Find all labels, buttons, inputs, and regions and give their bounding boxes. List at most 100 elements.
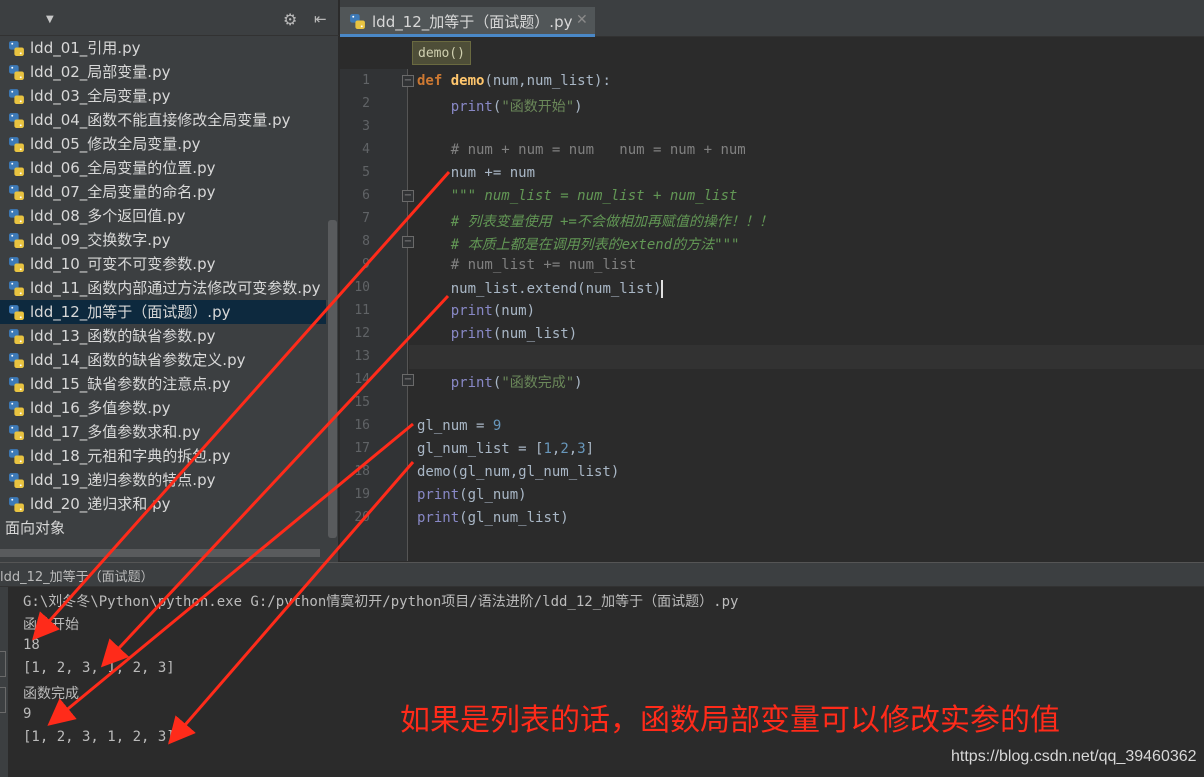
sidebar-horizontal-scrollbar[interactable] <box>0 549 320 557</box>
file-item[interactable]: ldd_19_递归参数的特点.py <box>0 468 326 492</box>
file-item[interactable]: ldd_14_函数的缺省参数定义.py <box>0 348 326 372</box>
file-item[interactable]: ldd_13_函数的缺省参数.py <box>0 324 326 348</box>
file-item[interactable]: ldd_15_缺省参数的注意点.py <box>0 372 326 396</box>
python-file-icon <box>9 89 24 104</box>
file-item[interactable]: ldd_09_交换数字.py <box>0 228 326 252</box>
file-label: ldd_06_全局变量的位置.py <box>30 159 216 177</box>
file-item[interactable]: ldd_07_全局变量的命名.py <box>0 180 326 204</box>
file-label: ldd_12_加等于（面试题）.py <box>30 303 231 321</box>
close-icon[interactable]: ✕ <box>576 12 588 28</box>
line-number: 20 <box>354 510 370 525</box>
code-line-14: print("函数完成") <box>450 375 583 391</box>
file-label: ldd_01_引用.py <box>30 39 141 57</box>
file-item[interactable]: ldd_16_多值参数.py <box>0 396 326 420</box>
line-number: 19 <box>354 487 370 502</box>
tab-title: ldd_12_加等于（面试题）.py <box>372 13 573 31</box>
file-item[interactable]: ldd_04_函数不能直接修改全局变量.py <box>0 108 326 132</box>
line-number: 16 <box>354 418 370 433</box>
line-number: 6 <box>362 188 370 203</box>
file-label: ldd_20_递归求和.py <box>30 495 171 513</box>
python-file-icon <box>9 377 24 392</box>
code-line-6: """ num_list = num_list + num_list <box>450 188 738 204</box>
hide-panel-icon[interactable]: ⇤ <box>314 10 327 28</box>
line-number: 1 <box>362 73 370 88</box>
file-label: ldd_03_全局变量.py <box>30 87 171 105</box>
chevron-down-icon[interactable]: ▼ <box>46 14 54 25</box>
file-label: ldd_09_交换数字.py <box>30 231 171 249</box>
project-sidebar: ▼ ⚙ ⇤ ldd_01_引用.py ldd_02_局部变量.py ldd_03_全… <box>0 0 339 562</box>
code-line-1: def demo(num,num_list): <box>417 73 611 89</box>
python-file-icon <box>9 329 24 344</box>
file-item[interactable]: ldd_12_加等于（面试题）.py <box>0 300 326 324</box>
file-label: ldd_14_函数的缺省参数定义.py <box>30 351 246 369</box>
fold-marker-icon[interactable]: − <box>402 190 414 202</box>
code-line-10: num_list.extend(num_list) <box>450 280 664 298</box>
gear-icon[interactable]: ⚙ <box>283 10 297 29</box>
file-label: ldd_15_缺省参数的注意点.py <box>30 375 231 393</box>
python-file-icon <box>350 14 365 29</box>
code-line-11: print(num) <box>450 303 536 319</box>
file-item[interactable]: ldd_10_可变不可变参数.py <box>0 252 326 276</box>
line-number: 15 <box>354 395 370 410</box>
python-file-icon <box>9 113 24 128</box>
python-file-icon <box>9 185 24 200</box>
file-tree: ldd_01_引用.py ldd_02_局部变量.py ldd_03_全局变量.py… <box>0 36 326 540</box>
run-tab-title[interactable]: ldd_12_加等于（面试题） <box>0 566 154 585</box>
python-file-icon <box>9 425 24 440</box>
file-item[interactable]: ldd_18_元祖和字典的拆包.py <box>0 444 326 468</box>
line-number: 14 <box>354 372 370 387</box>
code-line-7: # 列表变量使用 +=不会做相加再赋值的操作！！！ <box>450 214 773 230</box>
folder-item[interactable]: 面向对象 <box>0 516 326 540</box>
code-line-16: gl_num = 9 <box>417 418 502 434</box>
console-line: 函数开始 <box>23 617 79 633</box>
line-number: 11 <box>354 303 370 318</box>
python-file-icon <box>9 65 24 80</box>
sidebar-toolbar: ▼ ⚙ ⇤ <box>0 0 339 36</box>
code-editor[interactable]: 1 2 3 4 5 6 7 8 9 10 11 12 13 14 15 16 17 18 19 20 − − − − … <box>340 69 1204 561</box>
file-item[interactable]: ldd_20_递归求和.py <box>0 492 326 516</box>
console-line: [1, 2, 3, 1, 2, 3] <box>23 660 175 676</box>
python-file-icon <box>9 41 24 56</box>
file-label: ldd_05_修改全局变量.py <box>30 135 201 153</box>
line-number: 13 <box>354 349 370 364</box>
sidebar-scrollbar[interactable] <box>328 220 337 538</box>
line-number: 3 <box>362 119 370 134</box>
line-number: 18 <box>354 464 370 479</box>
file-item[interactable]: ldd_05_修改全局变量.py <box>0 132 326 156</box>
stop-button[interactable] <box>0 687 6 713</box>
python-file-icon <box>9 401 24 416</box>
editor-tab-bar: ldd_12_加等于（面试题）.py ✕ <box>340 0 1204 37</box>
file-label: ldd_11_函数内部通过方法修改可变参数.py <box>30 279 321 297</box>
code-line-9: # num_list += num_list <box>450 257 637 273</box>
file-label: ldd_17_多值参数求和.py <box>30 423 201 441</box>
line-number: 8 <box>362 234 370 249</box>
breadcrumb[interactable]: demo() <box>412 41 471 65</box>
console-line: 函数完成 <box>23 686 79 702</box>
file-item[interactable]: ldd_08_多个返回值.py <box>0 204 326 228</box>
file-item[interactable]: ldd_17_多值参数求和.py <box>0 420 326 444</box>
python-file-icon <box>9 473 24 488</box>
tab-ldd-12[interactable]: ldd_12_加等于（面试题）.py ✕ <box>340 7 595 37</box>
code-line-4: # num + num = num num = num + num <box>450 142 746 158</box>
code-line-8: # 本质上都是在调用列表的extend的方法""" <box>450 237 740 253</box>
console-line: [1, 2, 3, 1, 2, 3] <box>23 729 175 745</box>
code-line-2: print("函数开始") <box>450 99 583 115</box>
fold-marker-icon[interactable]: − <box>402 236 414 248</box>
file-item[interactable]: ldd_01_引用.py <box>0 36 326 60</box>
python-file-icon <box>9 137 24 152</box>
file-label: ldd_10_可变不可变参数.py <box>30 255 216 273</box>
python-file-icon <box>9 233 24 248</box>
line-number: 5 <box>362 165 370 180</box>
file-item[interactable]: ldd_11_函数内部通过方法修改可变参数.py <box>0 276 326 300</box>
fold-marker-icon[interactable]: − <box>402 75 414 87</box>
file-item[interactable]: ldd_03_全局变量.py <box>0 84 326 108</box>
fold-marker-icon[interactable]: − <box>402 374 414 386</box>
file-item[interactable]: ldd_06_全局变量的位置.py <box>0 156 326 180</box>
file-label: ldd_04_函数不能直接修改全局变量.py <box>30 111 291 129</box>
current-line-highlight <box>409 345 1204 369</box>
file-item[interactable]: ldd_02_局部变量.py <box>0 60 326 84</box>
file-label: ldd_18_元祖和字典的拆包.py <box>30 447 231 465</box>
file-label: ldd_19_递归参数的特点.py <box>30 471 216 489</box>
code-line-19: print(gl_num) <box>417 487 527 503</box>
rerun-button[interactable] <box>0 651 6 677</box>
